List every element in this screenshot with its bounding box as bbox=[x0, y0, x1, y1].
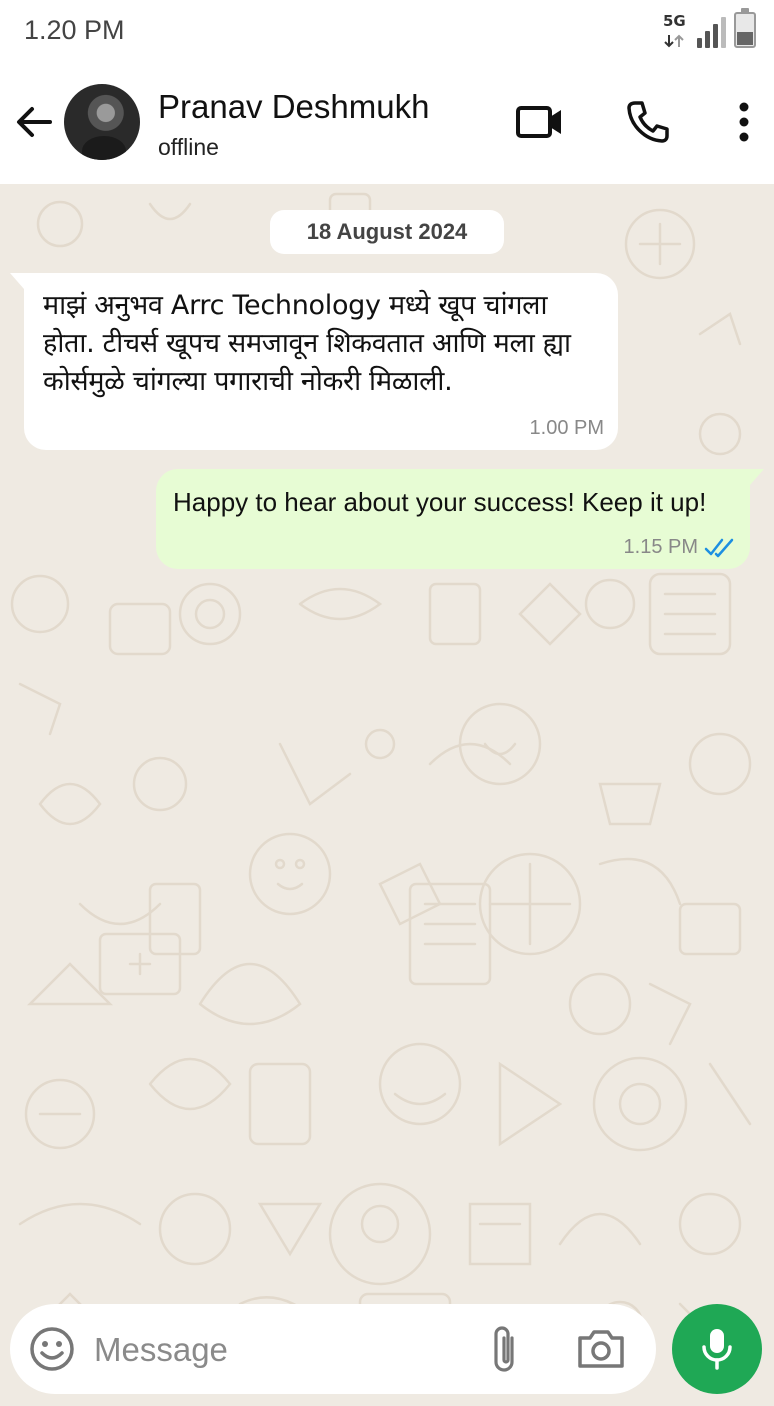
double-check-icon bbox=[704, 538, 734, 557]
message-time: 1.15 PM bbox=[623, 536, 698, 558]
message-text: माझं अनुभव Arrc Technology मध्ये खूप चां… bbox=[43, 290, 571, 397]
video-call-icon bbox=[516, 106, 561, 138]
incoming-message[interactable]: माझं अनुभव Arrc Technology मध्ये खूप चां… bbox=[10, 273, 618, 450]
more-options-button[interactable] bbox=[716, 96, 772, 148]
message-meta: 1.15 PM bbox=[624, 536, 736, 559]
attach-icon bbox=[494, 1326, 514, 1372]
contact-name[interactable]: Pranav Deshmukh bbox=[158, 88, 429, 126]
network-label: 5G bbox=[663, 12, 686, 30]
mic-icon bbox=[702, 1329, 732, 1370]
back-button[interactable] bbox=[12, 100, 56, 144]
voice-call-button[interactable] bbox=[620, 96, 676, 148]
signal-icon bbox=[697, 16, 726, 48]
camera-button[interactable] bbox=[576, 1326, 626, 1372]
more-vert-icon bbox=[739, 102, 749, 142]
message-time: 1.00 PM bbox=[529, 417, 604, 439]
camera-icon bbox=[578, 1330, 624, 1368]
chat-header: Pranav Deshmukh offline bbox=[0, 62, 774, 184]
attach-button[interactable] bbox=[484, 1322, 524, 1376]
network-indicator: 5G bbox=[663, 12, 689, 48]
status-icons: 5G bbox=[663, 8, 756, 48]
mic-button[interactable] bbox=[672, 1304, 762, 1394]
video-call-button[interactable] bbox=[512, 96, 568, 148]
phone-icon bbox=[627, 101, 669, 143]
outgoing-message[interactable]: Happy to hear about your success! Keep i… bbox=[156, 469, 764, 569]
chat-area[interactable]: 18 August 2024 माझं अनुभव Arrc Technolog… bbox=[0, 184, 774, 1406]
status-time: 1.20 PM bbox=[24, 15, 125, 45]
avatar[interactable] bbox=[64, 84, 140, 160]
message-input[interactable] bbox=[94, 1324, 474, 1376]
network-arrows-icon bbox=[664, 34, 684, 48]
date-chip: 18 August 2024 bbox=[270, 210, 504, 254]
emoji-button[interactable] bbox=[28, 1325, 76, 1373]
emoji-icon bbox=[30, 1327, 74, 1371]
back-arrow-icon bbox=[17, 107, 52, 137]
message-text: Happy to hear about your success! Keep i… bbox=[173, 487, 707, 517]
status-bar: 1.20 PM 5G bbox=[0, 0, 774, 62]
contact-status: offline bbox=[158, 134, 219, 160]
battery-icon bbox=[734, 8, 756, 48]
message-composer bbox=[10, 1304, 656, 1394]
